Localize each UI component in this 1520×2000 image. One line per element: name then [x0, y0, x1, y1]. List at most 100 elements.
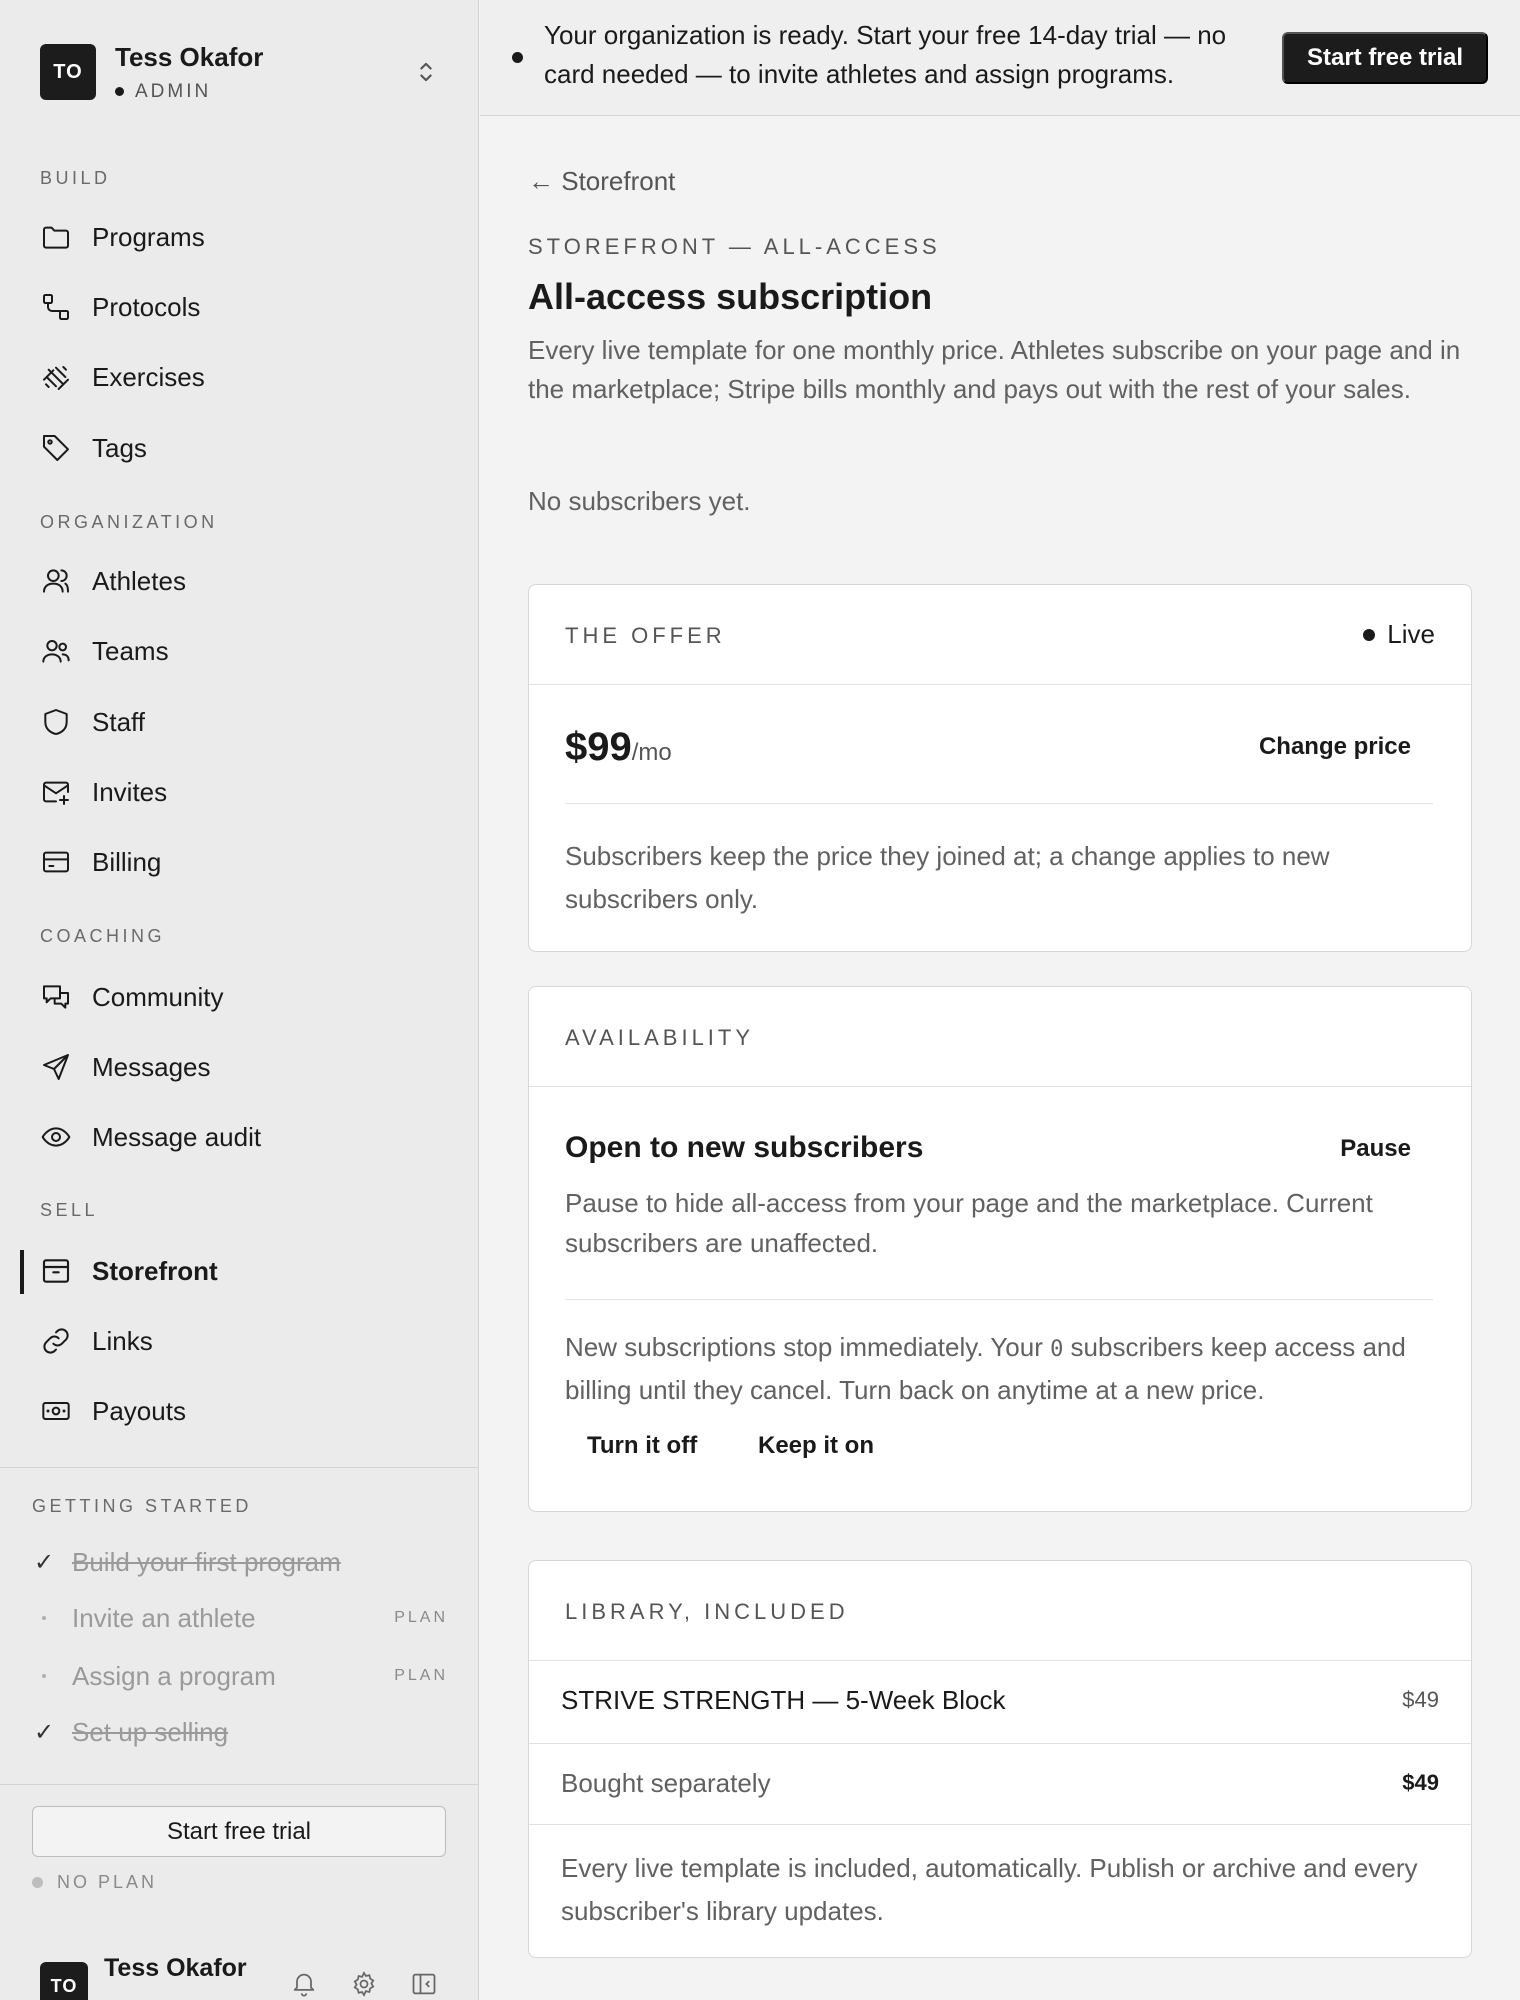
page-description: Every live template for one monthly pric…	[528, 335, 1461, 404]
status-label: Live	[1387, 619, 1435, 649]
checklist-label: Build your first program	[72, 1546, 341, 1577]
banknote-icon	[42, 1402, 70, 1420]
nav-label: Teams	[92, 635, 169, 666]
pause-confirmation-text: New subscriptions stop immediately. Your…	[565, 1327, 1433, 1410]
library-note-row: Every live template is included, automat…	[529, 1824, 1471, 1958]
nav-label: Tags	[92, 432, 147, 463]
back-link[interactable]: ← Storefront	[528, 166, 675, 197]
nav-label: Billing	[92, 846, 162, 877]
mail-plus-icon	[43, 781, 69, 805]
library-item-price: $49	[1402, 1687, 1439, 1712]
nav-item-protocols[interactable]: Protocols	[40, 282, 440, 332]
bell-icon[interactable]	[290, 1970, 318, 1998]
chat-icon	[43, 985, 69, 1009]
nav-item-links[interactable]: Links	[40, 1316, 440, 1366]
nav-label: Staff	[92, 706, 146, 737]
keep-it-on-button[interactable]: Keep it on	[758, 1432, 874, 1460]
section-label-build: BUILD	[40, 168, 111, 188]
protocol-icon	[43, 294, 69, 320]
banner-start-trial-button[interactable]: Start free trial	[1282, 32, 1488, 84]
price-unit: /mo	[631, 739, 672, 766]
subscriber-count: 0	[1050, 1337, 1064, 1362]
dumbbell-icon	[43, 366, 69, 390]
nav-item-programs[interactable]: Programs	[40, 212, 440, 262]
user-avatar[interactable]: TO	[40, 1962, 88, 2000]
banner-text: Your organization is ready. Start your f…	[544, 20, 1227, 89]
page-title: All-access subscription	[528, 276, 933, 317]
library-item-name: STRIVE STRENGTH — 5-Week Block	[561, 1685, 1006, 1715]
nav-item-staff[interactable]: Staff	[40, 697, 440, 747]
send-icon	[43, 1054, 69, 1080]
bullet-icon	[32, 1674, 56, 1678]
nav-label: Exercises	[92, 361, 205, 392]
shield-icon	[44, 709, 68, 735]
checklist-item-assign-program[interactable]: Assign a program PLAN	[32, 1656, 448, 1696]
tag-icon	[43, 435, 69, 461]
nav-label: Storefront	[92, 1255, 218, 1286]
nav-label: Community	[92, 981, 224, 1012]
library-card-label: LIBRARY, INCLUDED	[565, 1599, 849, 1624]
plan-status: NO PLAN	[32, 1872, 157, 1893]
check-icon: ✓	[33, 1718, 55, 1746]
nav-label: Invites	[92, 776, 168, 807]
banner-dot	[512, 52, 523, 63]
change-price-button[interactable]: Change price	[1259, 733, 1411, 761]
nav-item-payouts[interactable]: Payouts	[40, 1386, 440, 1436]
library-note: Every live template is included, automat…	[561, 1853, 1418, 1926]
nav-item-community[interactable]: Community	[40, 972, 440, 1022]
nav-item-teams[interactable]: Teams	[40, 626, 440, 676]
turn-it-off-button[interactable]: Turn it off	[587, 1432, 697, 1460]
check-icon: ✓	[33, 1548, 55, 1576]
nav-item-invites[interactable]: Invites	[40, 767, 440, 817]
org-role-label: ADMIN	[135, 80, 212, 102]
collapse-sidebar-icon[interactable]	[410, 1970, 438, 1998]
status-badge: Live	[1363, 619, 1435, 650]
sidebar-divider	[0, 1784, 479, 1785]
gear-icon[interactable]	[350, 1970, 378, 1998]
divider	[565, 1299, 1433, 1300]
price-display: $99/mo	[565, 725, 672, 770]
nav-label: Athletes	[92, 565, 186, 596]
chevron-up-down-icon	[420, 62, 432, 82]
org-avatar: TO	[40, 44, 96, 100]
page-eyebrow: STOREFRONT — ALL-ACCESS	[528, 234, 941, 259]
nav-item-athletes[interactable]: Athletes	[40, 556, 440, 606]
library-total-label: Bought separately	[561, 1768, 771, 1798]
nav-item-billing[interactable]: Billing	[40, 837, 440, 887]
checklist-label: Invite an athlete	[72, 1602, 256, 1633]
divider	[565, 803, 1433, 804]
pause-button[interactable]: Pause	[1340, 1135, 1411, 1163]
checklist-item-invite-athlete[interactable]: Invite an athlete PLAN	[32, 1598, 448, 1638]
plan-status-dot	[32, 1877, 43, 1888]
sidebar-divider	[0, 1467, 479, 1468]
nav-item-storefront[interactable]: Storefront	[40, 1246, 440, 1296]
bullet-icon	[32, 1616, 56, 1620]
nav-item-messages[interactable]: Messages	[40, 1042, 440, 1092]
nav-label: Payouts	[92, 1395, 186, 1426]
plan-badge: PLAN	[394, 1667, 448, 1684]
nav-item-exercises[interactable]: Exercises	[40, 352, 440, 402]
nav-item-tags[interactable]: Tags	[40, 423, 440, 473]
offer-note: Subscribers keep the price they joined a…	[565, 841, 1330, 914]
library-card: LIBRARY, INCLUDED STRIVE STRENGTH — 5-We…	[528, 1560, 1472, 1958]
checklist-item-setup-selling[interactable]: ✓ Set up selling	[32, 1712, 448, 1752]
nav-label: Protocols	[92, 291, 201, 322]
credit-card-icon	[43, 851, 69, 873]
nav-item-message-audit[interactable]: Message audit	[40, 1112, 440, 1162]
availability-card: AVAILABILITY Open to new subscribers Pau…	[528, 986, 1472, 1512]
org-role: ADMIN	[115, 81, 263, 103]
plan-status-label: NO PLAN	[57, 1872, 158, 1892]
trial-banner: Your organization is ready. Start your f…	[480, 0, 1520, 116]
subscriber-status: No subscribers yet.	[528, 486, 751, 516]
availability-title: Open to new subscribers	[565, 1131, 924, 1164]
plan-badge: PLAN	[394, 1609, 448, 1626]
library-item[interactable]: STRIVE STRENGTH — 5-Week Block $49	[529, 1661, 1471, 1743]
sidebar-start-trial-button[interactable]: Start free trial	[32, 1806, 446, 1857]
section-label-getting-started: GETTING STARTED	[32, 1496, 252, 1516]
library-total-row: Bought separately $49	[529, 1743, 1471, 1825]
sidebar: TO Tess Okafor ADMIN BUILD Programs Prot…	[0, 0, 479, 2000]
checklist-label: Assign a program	[72, 1660, 276, 1691]
confirm-prefix: New subscriptions stop immediately. Your	[565, 1332, 1051, 1362]
checklist-item-build-program[interactable]: ✓ Build your first program	[32, 1542, 448, 1582]
org-switcher[interactable]: TO Tess Okafor ADMIN	[40, 40, 440, 104]
